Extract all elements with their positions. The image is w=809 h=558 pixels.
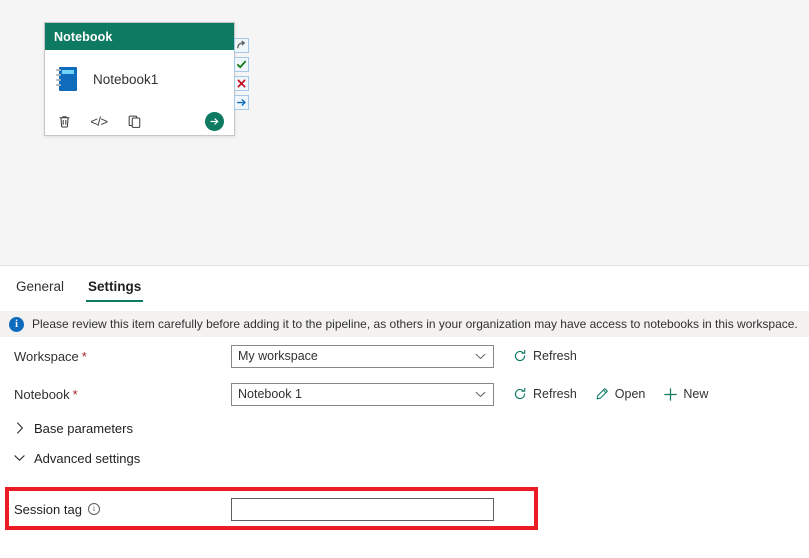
- notebook-dropdown-value: Notebook 1: [238, 387, 302, 401]
- code-icon-glyph: </>: [90, 114, 108, 129]
- chevron-right-icon: [14, 422, 25, 434]
- workspace-dropdown[interactable]: My workspace: [231, 344, 494, 368]
- on-completion-handle[interactable]: [234, 95, 249, 110]
- pipeline-canvas[interactable]: Notebook Notebook1 </>: [0, 0, 809, 266]
- notebook-refresh-label: Refresh: [533, 387, 577, 401]
- base-parameters-expander[interactable]: Base parameters: [0, 413, 809, 443]
- advanced-settings-label: Advanced settings: [34, 450, 141, 466]
- notebook-row: Notebook * Notebook 1 Refresh Open New: [0, 375, 809, 413]
- delete-icon[interactable]: [55, 113, 73, 131]
- chevron-down-icon: [475, 349, 486, 363]
- session-tag-label: Session tag i: [14, 502, 231, 517]
- notebook-label-text: Notebook: [14, 386, 70, 402]
- workspace-dropdown-value: My workspace: [238, 349, 318, 363]
- workspace-label: Workspace *: [14, 349, 231, 364]
- refresh-icon: [512, 348, 528, 364]
- notebook-label: Notebook *: [14, 387, 231, 402]
- activity-card-body: Notebook1: [45, 50, 234, 108]
- info-circle-glyph: i: [92, 504, 96, 513]
- session-tag-input[interactable]: [231, 497, 494, 521]
- workspace-required-marker: *: [81, 348, 87, 364]
- on-skip-handle[interactable]: [234, 38, 249, 53]
- notebook-open-button[interactable]: Open: [594, 386, 646, 402]
- activity-card-header: Notebook: [45, 23, 234, 50]
- plus-icon: [662, 386, 678, 402]
- activity-connector-handles: [234, 38, 249, 110]
- settings-form: Workspace * My workspace Refresh Noteboo…: [0, 337, 809, 473]
- tab-general[interactable]: General: [14, 279, 66, 302]
- notebook-required-marker: *: [72, 386, 78, 402]
- info-circle-icon[interactable]: i: [87, 503, 100, 515]
- on-failure-handle[interactable]: [234, 76, 249, 91]
- notebook-icon: [55, 65, 81, 93]
- session-tag-row: Session tag i: [14, 497, 534, 521]
- advanced-settings-expander[interactable]: Advanced settings: [0, 443, 809, 473]
- activity-card-footer: </>: [45, 108, 234, 135]
- workspace-refresh-label: Refresh: [533, 349, 577, 363]
- settings-tabs: General Settings: [0, 266, 809, 302]
- notebook-new-label: New: [683, 387, 709, 401]
- tab-general-label: General: [16, 279, 65, 294]
- notebook-new-button[interactable]: New: [662, 386, 708, 402]
- activity-card-header-title: Notebook: [54, 29, 113, 44]
- workspace-refresh-button[interactable]: Refresh: [512, 348, 577, 364]
- settings-panel-root: Notebook Notebook1 </> General Settings …: [0, 0, 809, 558]
- code-icon[interactable]: </>: [90, 113, 108, 131]
- info-icon-glyph: i: [15, 318, 18, 330]
- notebook-commands: Refresh Open New: [512, 386, 708, 402]
- notebook-refresh-button[interactable]: Refresh: [512, 386, 577, 402]
- notebook-open-label: Open: [614, 387, 646, 401]
- workspace-row: Workspace * My workspace Refresh: [0, 337, 809, 375]
- tab-settings[interactable]: Settings: [86, 279, 144, 302]
- info-banner-text: Please review this item carefully before…: [32, 317, 798, 331]
- on-success-handle[interactable]: [234, 57, 249, 72]
- notebook-activity-card[interactable]: Notebook Notebook1 </>: [44, 22, 235, 136]
- pencil-icon: [594, 386, 610, 402]
- info-icon: i: [9, 316, 24, 332]
- workspace-commands: Refresh: [512, 348, 577, 364]
- tab-settings-label: Settings: [88, 279, 142, 294]
- base-parameters-label: Base parameters: [34, 420, 133, 436]
- chevron-down-icon: [475, 387, 486, 401]
- session-tag-label-text: Session tag: [14, 501, 82, 517]
- run-icon[interactable]: [205, 112, 224, 131]
- info-banner: i Please review this item carefully befo…: [0, 311, 809, 337]
- notebook-dropdown[interactable]: Notebook 1: [231, 382, 494, 406]
- activity-card-item-name: Notebook1: [93, 71, 159, 87]
- duplicate-icon[interactable]: [125, 113, 143, 131]
- chevron-down-icon: [14, 453, 25, 464]
- workspace-label-text: Workspace: [14, 348, 79, 364]
- refresh-icon: [512, 386, 528, 402]
